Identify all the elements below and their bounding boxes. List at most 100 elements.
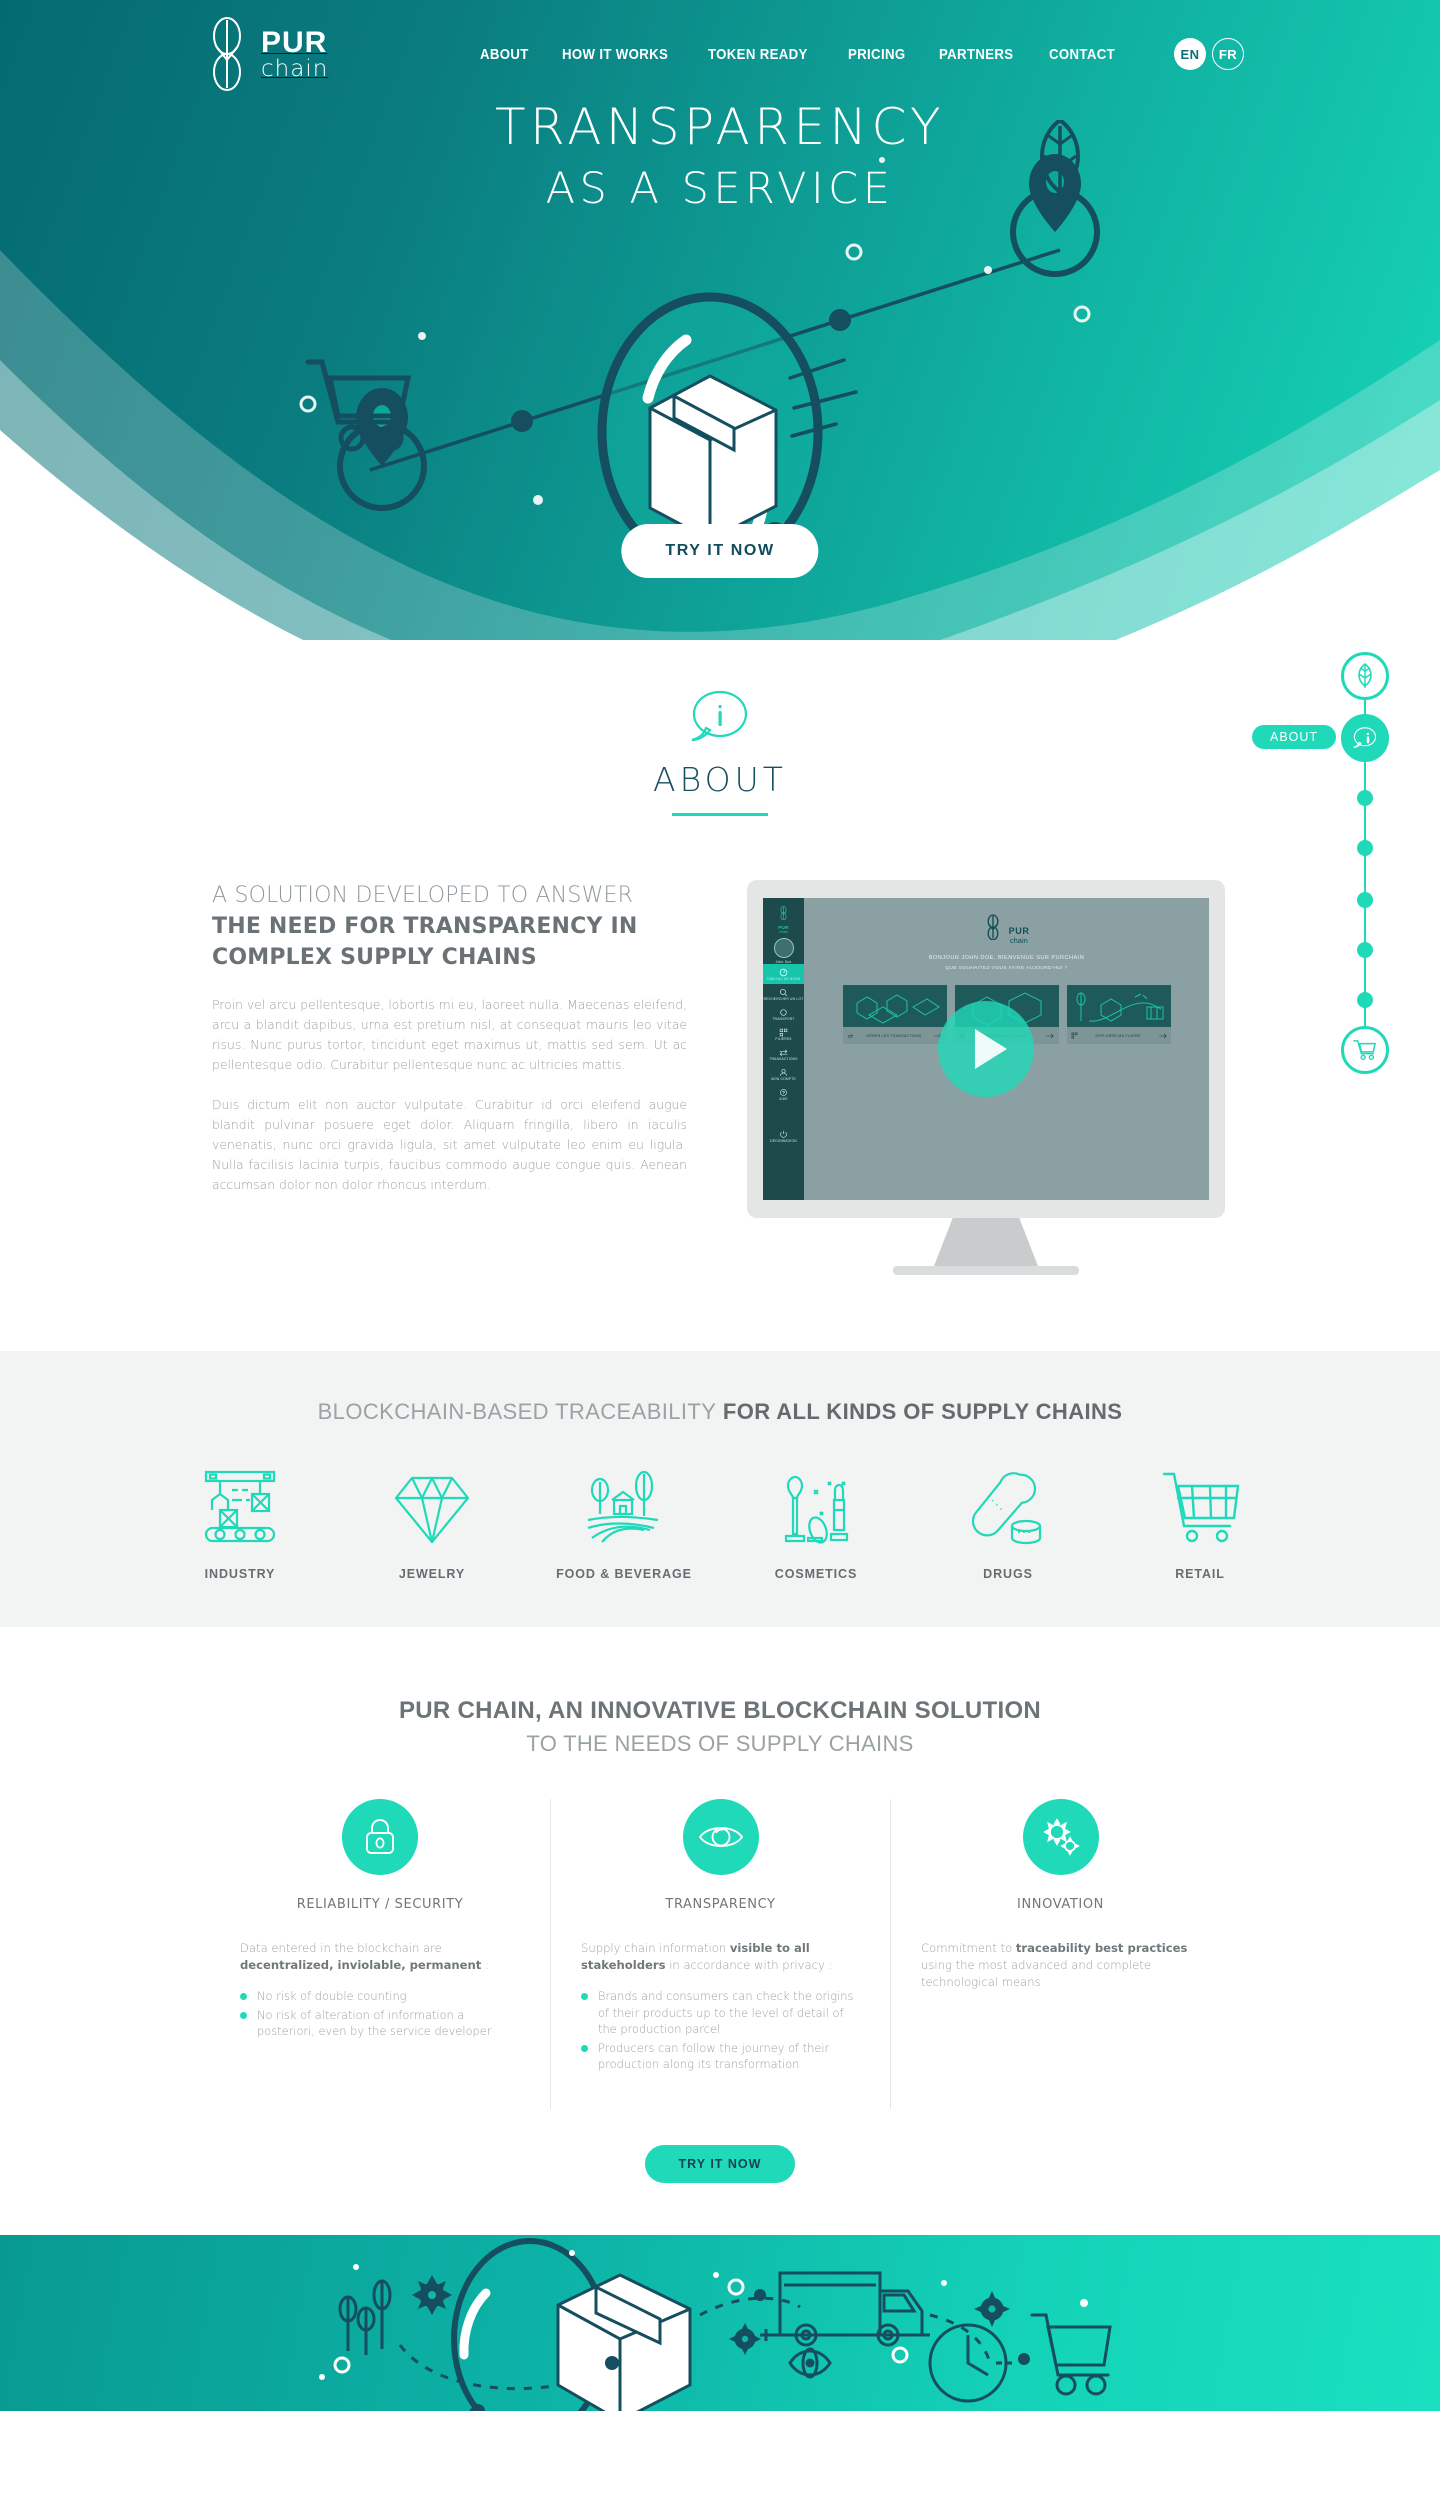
traceability-icon-wrap bbox=[170, 1465, 310, 1551]
lead-tail: : bbox=[481, 1958, 489, 1972]
hero-section: PUR chain ABOUT HOW IT WORKS TOKEN READY… bbox=[0, 0, 1440, 640]
lead-tail: using the most advanced and complete tec… bbox=[921, 1958, 1151, 1989]
bullet-text: Brands and consumers can check the origi… bbox=[598, 1989, 854, 2036]
solution-heading-line1: PUR CHAIN, AN INNOVATIVE BLOCKCHAIN SOLU… bbox=[398, 1697, 1042, 1724]
site-logo[interactable]: PUR chain bbox=[207, 16, 328, 92]
solution-bullet-list: Brands and consumers can check the origi… bbox=[581, 1988, 860, 2073]
video-play-button[interactable] bbox=[938, 1001, 1034, 1097]
traceability-heading-thin: BLOCKCHAIN-BASED TRACEABILITY bbox=[317, 1399, 717, 1424]
scrollnav-dot-3[interactable] bbox=[1357, 892, 1373, 908]
app-sidebar-item-dashboard[interactable]: TABLEAU DE BORD bbox=[763, 964, 804, 984]
shopping-cart-icon bbox=[1353, 1040, 1376, 1061]
traceability-item-drugs[interactable]: DRUGS bbox=[938, 1465, 1078, 1581]
app-sidebar-item-transactions[interactable]: TRANSACTIONS bbox=[763, 1044, 804, 1064]
scrollnav-dot-1[interactable] bbox=[1357, 790, 1373, 806]
solution-column-lead: Commitment to traceability best practice… bbox=[921, 1940, 1200, 1991]
boxes-conveyor-icon bbox=[856, 994, 940, 1024]
arrow-right-icon bbox=[1046, 1033, 1055, 1038]
app-sidebar-item-logout[interactable]: DÉCONNEXION bbox=[763, 1126, 804, 1146]
user-icon bbox=[780, 1069, 787, 1076]
nav-link-how-it-works[interactable]: HOW IT WORKS bbox=[562, 46, 668, 63]
solution-try-it-now-button[interactable]: TRY IT NOW bbox=[644, 2144, 796, 2183]
about-section: ABOUT A SOLUTION DEVELOPED TO ANSWER THE… bbox=[0, 640, 1440, 1275]
traceability-icon-wrap bbox=[938, 1465, 1078, 1551]
bullet-dot-icon bbox=[240, 1993, 247, 2000]
scrollnav-bottom-cart[interactable] bbox=[1341, 1026, 1389, 1074]
shopping-cart-icon bbox=[1162, 1472, 1240, 1543]
about-section-title: ABOUT bbox=[653, 760, 787, 799]
app-sidebar-item-filieres[interactable]: FILIÈRES bbox=[763, 1024, 804, 1044]
app-sidebar-item-search-lot[interactable]: RECHERCHER UN LOT bbox=[763, 984, 804, 1004]
nav-link-pricing[interactable]: PRICING bbox=[848, 46, 905, 63]
app-sidebar-label-dashboard: TABLEAU DE BORD bbox=[766, 977, 801, 981]
leaf-icon bbox=[1358, 663, 1372, 688]
app-sidebar-item-account[interactable]: MON COMPTE bbox=[763, 1064, 804, 1084]
nav-link-token-ready[interactable]: TOKEN READY bbox=[708, 46, 808, 63]
traceability-item-industry[interactable]: INDUSTRY bbox=[170, 1465, 310, 1581]
factory-conveyor-icon bbox=[204, 1470, 276, 1543]
traceability-heading-bold: FOR ALL KINDS OF SUPPLY CHAINS bbox=[722, 1399, 1123, 1424]
solution-column-innovation: INNOVATION Commitment to traceability be… bbox=[890, 1799, 1230, 2109]
lang-button-fr[interactable]: FR bbox=[1212, 38, 1244, 70]
grid-icon bbox=[1071, 1032, 1077, 1039]
nav-link-contact[interactable]: CONTACT bbox=[1049, 46, 1115, 63]
app-sidebar-label-help: AIDE bbox=[779, 1097, 788, 1101]
monitor-screen: PUR chain John Doe TABLEAU DE BORD RECHE… bbox=[763, 898, 1209, 1200]
lead-plain: Commitment to bbox=[921, 1941, 1016, 1955]
list-item: No risk of double counting bbox=[240, 1988, 520, 2005]
logo-text-top: PUR bbox=[261, 25, 328, 59]
scrollnav-item-about[interactable]: ABOUT bbox=[1252, 714, 1389, 762]
scrollnav-dot-2[interactable] bbox=[1357, 840, 1373, 856]
about-section-header: ABOUT bbox=[0, 688, 1440, 816]
traceability-label: COSMETICS bbox=[774, 1567, 858, 1581]
farm-field-icon bbox=[587, 1470, 659, 1543]
traceability-icon-wrap bbox=[1130, 1465, 1270, 1551]
traceability-heading: BLOCKCHAIN-BASED TRACEABILITY FOR ALL KI… bbox=[0, 1399, 1440, 1425]
solution-icon-circle bbox=[682, 1799, 759, 1875]
app-header-logo-top: PUR bbox=[1008, 926, 1030, 936]
scrollnav-top-leaf[interactable] bbox=[1341, 652, 1389, 700]
app-header-logo-icon bbox=[987, 914, 999, 941]
solution-column-title: INNOVATION bbox=[1017, 1897, 1104, 1912]
app-card-bar: EXPLORER MA FILIÈRE bbox=[1066, 1027, 1171, 1044]
traceability-label: FOOD & BEVERAGE bbox=[556, 1567, 692, 1581]
exchange-arrows-icon bbox=[847, 1033, 853, 1038]
scrollnav-dot-4[interactable] bbox=[1357, 942, 1373, 958]
scroll-section-nav: ABOUT bbox=[1252, 652, 1395, 1074]
traceability-item-retail[interactable]: RETAIL bbox=[1130, 1465, 1270, 1581]
app-sidebar-item-transport[interactable]: TRANSPORT bbox=[763, 1004, 804, 1024]
solution-column-lead: Supply chain information visible to all … bbox=[581, 1940, 860, 1974]
solution-section: PUR CHAIN, AN INNOVATIVE BLOCKCHAIN SOLU… bbox=[0, 1627, 1440, 2235]
search-icon bbox=[779, 988, 788, 997]
traceability-item-jewelry[interactable]: JEWELRY bbox=[362, 1465, 502, 1581]
solution-icon-circle bbox=[1022, 1799, 1099, 1875]
info-speech-bubble-icon bbox=[1353, 727, 1377, 748]
lead-bold: traceability best practices bbox=[1015, 1941, 1188, 1955]
traceability-item-food-beverage[interactable]: FOOD & BEVERAGE bbox=[554, 1465, 694, 1581]
hero-try-it-now-button[interactable]: TRY IT NOW bbox=[621, 524, 819, 578]
lead-plain: Data entered in the blockchain are bbox=[240, 1941, 442, 1955]
app-sidebar: PUR chain John Doe TABLEAU DE BORD RECHE… bbox=[763, 898, 804, 1200]
traceability-items: INDUSTRY JEWELRY FOOD & BEVERAGE COSMETI… bbox=[0, 1465, 1440, 1581]
scrollnav-dot-5[interactable] bbox=[1357, 992, 1373, 1008]
app-sidebar-item-help[interactable]: AIDE bbox=[763, 1084, 804, 1104]
app-card[interactable]: GÉRER LES TRANSACTIONS bbox=[842, 985, 947, 1044]
list-item: Brands and consumers can check the origi… bbox=[581, 1988, 860, 2038]
section-underline bbox=[672, 813, 768, 816]
app-logo-bottom: chain bbox=[779, 930, 788, 934]
bullet-dot-icon bbox=[581, 2044, 588, 2052]
app-card[interactable]: EXPLORER MA FILIÈRE bbox=[1066, 985, 1171, 1044]
traceability-item-cosmetics[interactable]: COSMETICS bbox=[746, 1465, 886, 1581]
about-paragraph-2: Duis dictum elit non auctor vulputate. C… bbox=[212, 1097, 687, 1192]
diamond-icon bbox=[394, 1476, 470, 1544]
nav-links: ABOUT HOW IT WORKS TOKEN READY PRICING P… bbox=[480, 46, 1124, 63]
traceability-section: BLOCKCHAIN-BASED TRACEABILITY FOR ALL KI… bbox=[0, 1351, 1440, 1627]
about-media-column: PUR chain John Doe TABLEAU DE BORD RECHE… bbox=[747, 880, 1225, 1275]
nav-link-partners[interactable]: PARTNERS bbox=[939, 46, 1013, 63]
app-sidebar-label-transport: TRANSPORT bbox=[772, 1017, 795, 1021]
lang-button-en[interactable]: EN bbox=[1174, 38, 1206, 70]
solution-column-title: RELIABILITY / SECURITY bbox=[296, 1897, 464, 1912]
nav-link-about[interactable]: ABOUT bbox=[480, 46, 529, 63]
power-icon bbox=[780, 1130, 787, 1138]
app-header-logo-bottom: chain bbox=[1009, 936, 1028, 945]
